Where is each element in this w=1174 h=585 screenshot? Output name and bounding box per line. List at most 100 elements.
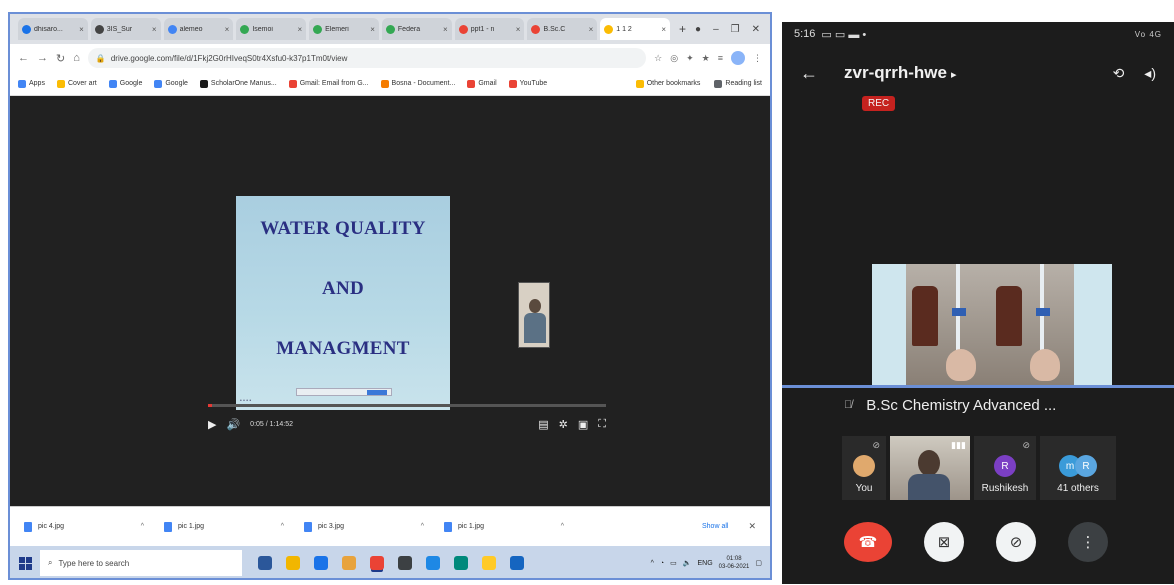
forward-icon[interactable]: → — [37, 52, 48, 64]
close-icon[interactable]: × — [589, 25, 594, 34]
close-icon[interactable]: × — [225, 25, 230, 34]
url-input[interactable]: 🔒 drive.google.com/file/d/1Fkj2G0rHIveqS… — [87, 48, 647, 68]
browser-tab-active[interactable]: 1 1 2 × — [600, 18, 671, 40]
browser-tab[interactable]: Isemoi × — [236, 18, 307, 40]
bookmark-item[interactable]: Google — [108, 79, 142, 88]
battery-icon[interactable]: ▭ — [670, 559, 677, 567]
mic-off-icon: ⊘ — [1022, 440, 1030, 450]
speaker-icon[interactable]: 🔈 — [683, 559, 692, 567]
browser-tab[interactable]: Federa × — [381, 18, 452, 40]
minimize-icon[interactable]: – — [713, 24, 719, 35]
close-icon[interactable]: × — [370, 25, 375, 34]
back-arrow-icon[interactable]: ← — [800, 63, 818, 84]
extension-icon[interactable]: ◎ — [670, 53, 678, 64]
puzzle-icon[interactable]: ✦ — [686, 53, 694, 64]
bookmark-item[interactable]: Google — [154, 79, 188, 88]
speaker-icon[interactable]: ◂) — [1144, 65, 1156, 82]
browser-tab[interactable]: ppt1 - n × — [454, 18, 525, 40]
close-icon[interactable]: × — [516, 25, 521, 34]
settings-gear-icon[interactable]: ✲ — [559, 418, 568, 431]
bookmark-apps[interactable]: Apps — [18, 79, 45, 88]
language-indicator[interactable]: ENG — [698, 560, 713, 567]
reading-list[interactable]: Reading list — [714, 79, 762, 88]
profile-avatar[interactable] — [731, 51, 745, 65]
play-icon[interactable]: ▶ — [208, 418, 216, 431]
reload-icon[interactable]: ↻ — [56, 52, 65, 65]
google-icon — [154, 79, 163, 88]
meeting-code[interactable]: zvr-qrrh-hwe ▸ — [844, 63, 957, 83]
video-progress-bar[interactable] — [208, 404, 606, 407]
tab-label: Elemeri — [325, 25, 349, 33]
close-icon[interactable]: ✕ — [748, 521, 756, 532]
network-icon[interactable]: ◔ — [660, 560, 664, 567]
browser-tab[interactable]: Elemeri × — [309, 18, 379, 40]
system-clock[interactable]: 01:08 03-06-2021 — [719, 555, 750, 571]
participant-tile-you[interactable]: ⊘ You — [842, 436, 886, 500]
back-icon[interactable]: ← — [18, 52, 29, 64]
taskbar-app-icon[interactable] — [454, 556, 468, 570]
chevron-up-icon[interactable]: ^ — [651, 560, 654, 567]
close-icon[interactable]: × — [297, 25, 302, 34]
taskbar-app-icon[interactable] — [342, 556, 356, 570]
browser-tab[interactable]: alemeo × — [163, 18, 234, 40]
bookmark-item[interactable]: Cover art — [56, 79, 97, 88]
taskbar-app-icon[interactable] — [370, 556, 384, 570]
other-bookmarks[interactable]: Other bookmarks — [635, 79, 700, 88]
taskbar-app-icon[interactable] — [286, 556, 300, 570]
start-button[interactable] — [10, 546, 40, 578]
menu-icon[interactable]: ⋮ — [753, 53, 762, 64]
more-options-button[interactable]: ⋮ — [1068, 522, 1108, 562]
call-controls: ☎ ⊠ ⊘ ⋮ — [844, 522, 1174, 562]
chevron-up-icon[interactable]: ^ — [561, 523, 564, 530]
browser-tab[interactable]: 3IS_Sur × — [90, 18, 161, 40]
miniplayer-icon[interactable]: ▣ — [578, 418, 588, 431]
taskbar-app-icon[interactable] — [398, 556, 412, 570]
chevron-up-icon[interactable]: ^ — [141, 523, 144, 530]
switch-camera-icon[interactable]: ⟲ — [1113, 65, 1125, 82]
taskbar-app-icon[interactable] — [510, 556, 524, 570]
download-item[interactable]: pic 3.jpg ^ — [304, 521, 424, 532]
download-item[interactable]: pic 4.jpg ^ — [24, 521, 144, 532]
shared-screen-video[interactable] — [872, 264, 1112, 385]
captions-icon[interactable]: ▤ — [538, 418, 548, 431]
browser-tab[interactable]: dhisaro... × — [18, 18, 88, 40]
show-all-link[interactable]: Show all — [702, 523, 728, 530]
participant-tile-others[interactable]: m R 41 others — [1040, 436, 1116, 500]
download-item[interactable]: pic 1.jpg ^ — [444, 521, 564, 532]
taskbar-search-input[interactable]: ⌕ Type here to search — [40, 550, 242, 576]
chevron-up-icon[interactable]: ^ — [281, 523, 284, 530]
taskbar-app-icon[interactable] — [258, 556, 272, 570]
star-icon[interactable]: ☆ — [654, 53, 662, 64]
download-item[interactable]: pic 1.jpg ^ — [164, 521, 284, 532]
taskbar-app-icon[interactable] — [426, 556, 440, 570]
participant-tile-camera[interactable]: ▮▮▮ — [890, 436, 970, 500]
record-icon[interactable]: ● — [695, 24, 701, 35]
taskbar-app-icon[interactable] — [314, 556, 328, 570]
close-window-icon[interactable]: ✕ — [752, 24, 760, 35]
end-call-button[interactable]: ☎ — [844, 522, 892, 562]
close-icon[interactable]: × — [443, 25, 448, 34]
camera-toggle-button[interactable]: ⊠ — [924, 522, 964, 562]
video-viewer[interactable]: WATER QUALITY AND MANAGMENT • • • • ▶ 🔊 … — [10, 96, 770, 506]
taskbar-app-icon[interactable] — [482, 556, 496, 570]
new-tab-button[interactable]: + — [673, 22, 692, 36]
maximize-icon[interactable]: ❐ — [731, 24, 740, 35]
close-icon[interactable]: × — [152, 25, 157, 34]
pin-icon[interactable]: ★ — [702, 53, 710, 64]
chevron-up-icon[interactable]: ^ — [421, 523, 424, 530]
bookmark-item[interactable]: Gmail: Email from G... — [288, 79, 369, 88]
close-icon[interactable]: × — [79, 25, 84, 34]
bookmark-item[interactable]: Bosna - Document... — [380, 79, 455, 88]
bookmark-item[interactable]: ScholarOne Manus... — [199, 79, 277, 88]
browser-tab[interactable]: B.Sc.C × — [527, 18, 598, 40]
bookmark-item[interactable]: YouTube — [508, 79, 547, 88]
participant-tile-rushikesh[interactable]: ⊘ R Rushikesh — [974, 436, 1036, 500]
fullscreen-icon[interactable]: ⛶ — [598, 418, 606, 431]
home-icon[interactable]: ⌂ — [73, 52, 80, 64]
bookmark-item[interactable]: Gmail — [467, 79, 497, 88]
close-icon[interactable]: × — [661, 25, 666, 34]
mic-toggle-button[interactable]: ⊘ — [996, 522, 1036, 562]
notification-icon[interactable]: ▢ — [755, 559, 762, 567]
volume-icon[interactable]: 🔊 — [226, 418, 240, 431]
list-icon[interactable]: ≡ — [718, 53, 723, 63]
